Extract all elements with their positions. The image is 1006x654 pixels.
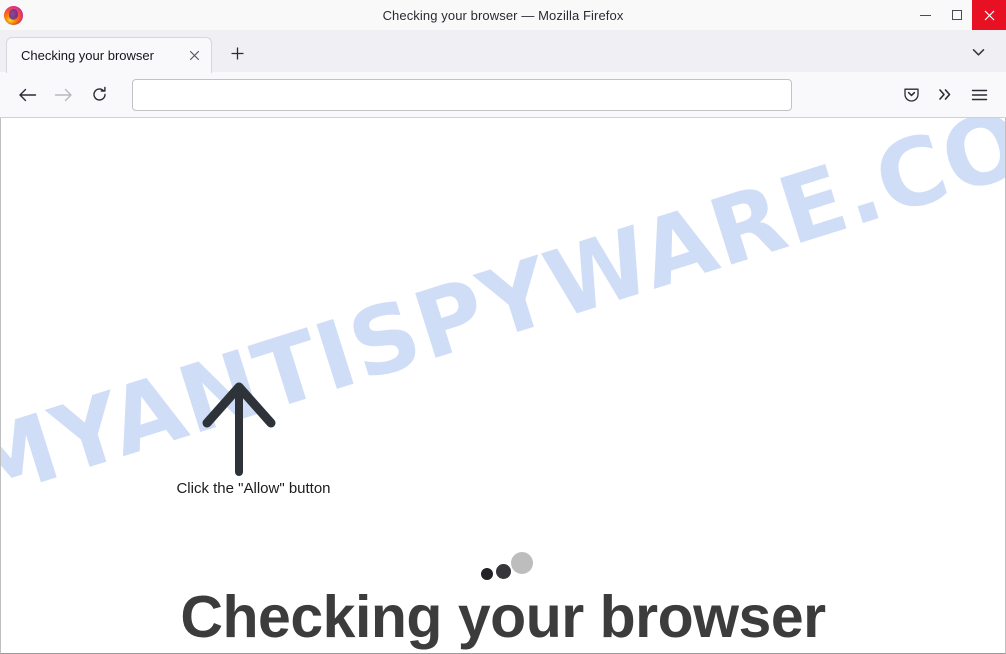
arrow-right-icon	[54, 88, 72, 101]
hamburger-menu-icon	[971, 89, 987, 100]
pocket-button[interactable]	[894, 79, 928, 111]
loading-dot-2	[496, 564, 511, 579]
arrow-up-icon	[202, 382, 276, 476]
page-content: MYANTISPYWARE.COM Click the "Allow" butt…	[0, 118, 1006, 654]
tab-checking-your-browser[interactable]: Checking your browser	[6, 37, 212, 73]
chevron-down-icon	[972, 48, 984, 56]
url-bar[interactable]	[132, 78, 792, 111]
window-controls	[910, 0, 1006, 30]
reload-button[interactable]	[82, 79, 116, 111]
reload-icon	[92, 86, 106, 101]
plus-icon	[231, 47, 243, 59]
loading-dots-icon	[473, 548, 533, 582]
tab-label: Checking your browser	[21, 48, 154, 63]
loading-dot-3	[511, 552, 533, 574]
toolbar-right-group	[894, 79, 996, 111]
navigation-toolbar	[0, 72, 1006, 118]
close-icon	[984, 10, 994, 20]
minimize-button[interactable]	[910, 0, 941, 30]
overflow-menu-button[interactable]	[928, 79, 962, 111]
pocket-icon	[903, 88, 919, 102]
application-menu-button[interactable]	[962, 79, 996, 111]
back-button[interactable]	[10, 79, 44, 111]
status-block: Checking your browser To access the webs…	[1, 548, 1005, 653]
loading-dot-1	[481, 568, 493, 580]
close-button[interactable]	[972, 0, 1006, 30]
arrow-left-icon	[18, 88, 36, 101]
window-title: Checking your browser — Mozilla Firefox	[382, 7, 624, 23]
maximize-button[interactable]	[941, 0, 972, 30]
double-chevron-right-icon	[938, 89, 950, 100]
watermark-text: MYANTISPYWARE.COM	[0, 118, 1006, 524]
tab-strip: Checking your browser	[0, 30, 1006, 73]
new-tab-button[interactable]	[222, 38, 252, 68]
allow-arrow-group: Click the "Allow" button	[156, 376, 351, 497]
list-all-tabs-button[interactable]	[962, 37, 994, 67]
firefox-logo-icon	[4, 5, 23, 25]
page-title: Checking your browser	[180, 584, 826, 650]
tab-close-icon[interactable]	[185, 47, 203, 65]
arrow-caption: Click the "Allow" button	[176, 480, 331, 497]
browser-window: Checking your browser — Mozilla Firefox …	[0, 0, 1006, 654]
title-bar: Checking your browser — Mozilla Firefox	[0, 0, 1006, 30]
forward-button[interactable]	[46, 79, 80, 111]
url-input[interactable]	[141, 86, 783, 103]
